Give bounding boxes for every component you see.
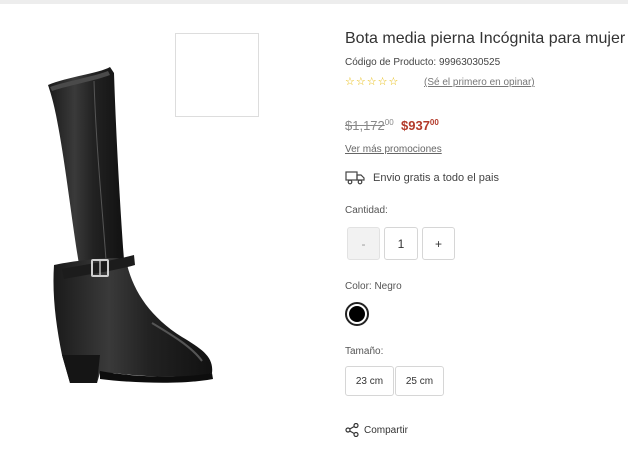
size-option-25cm[interactable]: 25 cm	[395, 366, 444, 396]
truck-icon	[345, 171, 365, 185]
share-label: Compartir	[364, 424, 408, 436]
product-code: Código de Producto: 99963030525	[345, 57, 501, 68]
shipping-info: Envio gratis a todo el pais	[345, 170, 499, 185]
sale-price-amount: $937	[401, 118, 430, 133]
sale-price-cents: 00	[429, 118, 439, 127]
sale-price: $93700	[401, 118, 439, 133]
share-button[interactable]: Compartir	[345, 423, 408, 437]
color-label: Color: Negro	[345, 281, 402, 292]
quantity-label: Cantidad:	[345, 205, 388, 216]
more-promotions-link[interactable]: Ver más promociones	[345, 144, 442, 155]
shipping-text: Envio gratis a todo el pais	[373, 171, 499, 184]
size-option-23cm[interactable]: 23 cm	[345, 366, 394, 396]
color-swatch-fill	[349, 306, 365, 322]
quantity-input[interactable]	[384, 227, 418, 260]
top-divider	[0, 0, 628, 4]
star-icon: ☆	[377, 76, 388, 88]
quantity-increase-button[interactable]: +	[422, 227, 455, 260]
star-icon: ☆	[345, 76, 355, 88]
original-price: $1,17200	[345, 118, 394, 133]
color-swatch-negro[interactable]	[345, 302, 369, 326]
quantity-decrease-button[interactable]: -	[347, 227, 380, 260]
star-icon: ☆	[366, 76, 377, 88]
write-review-link[interactable]: (Sé el primero en opinar)	[424, 77, 535, 88]
product-title: Bota media pierna Incógnita para mujer	[345, 30, 626, 47]
rating-stars[interactable]: ☆ ☆ ☆ ☆ ☆	[345, 75, 398, 89]
original-price-cents: 00	[384, 118, 394, 127]
original-price-amount: $1,172	[345, 118, 385, 133]
star-icon: ☆	[355, 76, 366, 88]
star-icon: ☆	[388, 76, 399, 88]
product-thumbnail[interactable]	[175, 33, 259, 117]
size-label: Tamaño:	[345, 346, 384, 357]
share-icon	[345, 423, 359, 437]
